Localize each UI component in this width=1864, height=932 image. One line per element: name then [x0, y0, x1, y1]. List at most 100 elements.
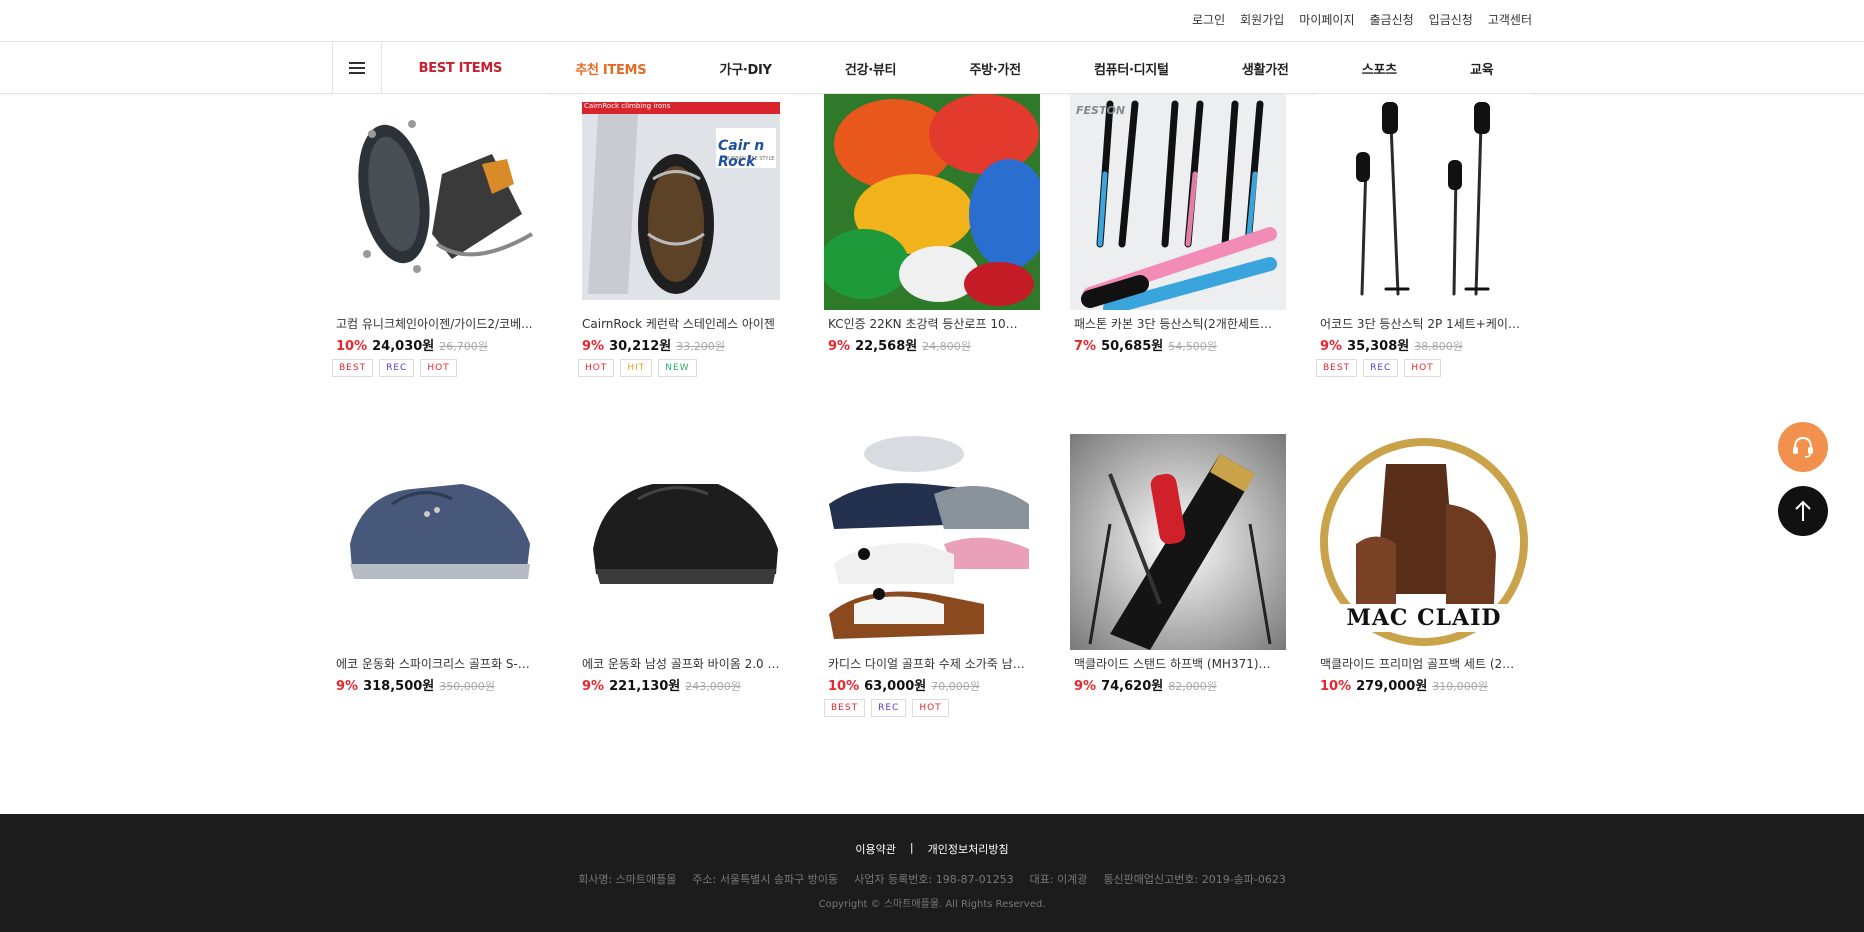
- badge-best: BEST: [824, 699, 866, 717]
- mypage-link[interactable]: 마이페이지: [1299, 12, 1354, 28]
- company-info: 회사명: 스마트애플몰 주소: 서울특별시 송파구 방이동 사업자 등록번호: …: [0, 871, 1864, 887]
- product-image-feston-poles[interactable]: FESTON: [1070, 94, 1286, 310]
- product-image-stand-halfbag[interactable]: [1070, 434, 1286, 650]
- product-image-macclaid-set[interactable]: MAC CLAID: [1316, 434, 1532, 650]
- sale-price: 279,000원: [1356, 679, 1428, 694]
- price-row: 9% 221,130원 243,000원: [578, 675, 794, 694]
- sale-price: 35,308원: [1347, 339, 1410, 354]
- product-image-accord-poles[interactable]: [1316, 94, 1532, 310]
- nav-recommended-items[interactable]: 추천 ITEMS: [575, 59, 646, 78]
- category-nav: BEST ITEMS 추천 ITEMS 가구·DIY 건강·뷰티 주방·가전 컴…: [0, 42, 1864, 94]
- product-name[interactable]: 고컴 유니크체인아이젠/가이드2/코베...: [332, 316, 536, 332]
- product-card[interactable]: 에코 운동화 남성 골프화 바이옴 2.0 로... 9% 221,130원 2…: [578, 434, 794, 694]
- discount-rate: 9%: [828, 339, 851, 354]
- product-card[interactable]: 고컴 유니크체인아이젠/가이드2/코베... 10% 24,030원 26,70…: [332, 94, 548, 377]
- product-card[interactable]: MAC CLAID 맥클라이드 프리미엄 골프백 세트 (202... 10% …: [1316, 434, 1532, 694]
- product-image-cairnrock[interactable]: CairnRock climbing irons Cair n Rock URB…: [578, 94, 794, 310]
- sale-price: 24,030원: [372, 339, 435, 354]
- product-image-climbing-rope[interactable]: [824, 94, 1040, 310]
- top-links: 로그인 회원가입 마이페이지 출금신청 입금신청 고객센터: [1192, 12, 1532, 28]
- product-card[interactable]: KC인증 22KN 초강력 등산로프 10mm ... 9% 22,568원 2…: [824, 94, 1040, 354]
- customer-center-link[interactable]: 고객센터: [1488, 12, 1532, 28]
- product-name[interactable]: 패스톤 카본 3단 등산스틱(2개한세트) ...: [1070, 316, 1274, 332]
- product-name[interactable]: 맥클라이드 프리미엄 골프백 세트 (202...: [1316, 656, 1520, 672]
- signup-link[interactable]: 회원가입: [1240, 12, 1284, 28]
- discount-rate: 9%: [582, 679, 605, 694]
- headset-icon: [1793, 436, 1813, 458]
- nav-sports[interactable]: 스포츠: [1362, 59, 1397, 78]
- login-link[interactable]: 로그인: [1192, 12, 1225, 28]
- product-image-ecco-biom[interactable]: [578, 434, 794, 650]
- footer: 이용약관 | 개인정보처리방침 회사명: 스마트애플몰 주소: 서울특별시 송파…: [0, 814, 1864, 932]
- discount-rate: 9%: [1320, 339, 1343, 354]
- nav-kitchen-appliances[interactable]: 주방·가전: [969, 59, 1021, 78]
- sale-price: 63,000원: [864, 679, 927, 694]
- thumb-tag: CairnRock climbing irons: [584, 102, 671, 110]
- product-name[interactable]: CairnRock 케런락 스테인레스 아이젠: [578, 316, 782, 332]
- original-price: 33,200원: [676, 340, 725, 353]
- product-card[interactable]: 어코드 3단 등산스틱 2P 1세트+케이스 ... 9% 35,308원 38…: [1316, 94, 1532, 377]
- price-row: 9% 22,568원 24,800원: [824, 335, 1040, 354]
- nav-furniture-diy[interactable]: 가구·DIY: [720, 59, 772, 78]
- arrow-up-icon: [1795, 500, 1811, 521]
- nav-items: BEST ITEMS 추천 ITEMS 가구·DIY 건강·뷰티 주방·가전 컴…: [382, 42, 1530, 94]
- badge-group: HOT HIT NEW: [578, 359, 794, 377]
- product-card[interactable]: 카디스 다이얼 골프화 수제 소가죽 남성... 10% 63,000원 70,…: [824, 434, 1040, 717]
- badge-hot: HOT: [1404, 359, 1441, 377]
- original-price: 82,000원: [1168, 680, 1217, 693]
- badge-rec: REC: [379, 359, 415, 377]
- badge-rec: REC: [871, 699, 907, 717]
- product-card[interactable]: 에코 운동화 스파이크리스 골프화 S-쓰... 9% 318,500원 350…: [332, 434, 548, 694]
- nav-best-items[interactable]: BEST ITEMS: [419, 61, 503, 76]
- ceo-name: 대표: 이계광: [1029, 873, 1088, 886]
- business-number: 사업자 등록번호: 198-87-01253: [854, 873, 1014, 886]
- product-image-cardis-golf-shoes[interactable]: [824, 434, 1040, 650]
- badge-group: BEST REC HOT: [332, 359, 548, 377]
- product-name[interactable]: 어코드 3단 등산스틱 2P 1세트+케이스 ...: [1316, 316, 1520, 332]
- customer-service-button[interactable]: [1778, 422, 1828, 472]
- product-card[interactable]: CairnRock climbing irons Cair n Rock URB…: [578, 94, 794, 377]
- footer-links: 이용약관 | 개인정보처리방침: [0, 841, 1864, 857]
- copyright: Copyright © 스마트애플몰. All Rights Reserved.: [818, 899, 1046, 910]
- original-price: 54,500원: [1168, 340, 1217, 353]
- discount-rate: 9%: [582, 339, 605, 354]
- price-row: 9% 74,620원 82,000원: [1070, 675, 1286, 694]
- badge-hot: HOT: [912, 699, 949, 717]
- sale-price: 22,568원: [855, 339, 918, 354]
- product-card[interactable]: FESTON 패스톤 카본 3단 등산스틱(2개한세트) ... 7% 50,6…: [1070, 94, 1286, 354]
- terms-link[interactable]: 이용약관: [855, 841, 895, 857]
- product-name[interactable]: 카디스 다이얼 골프화 수제 소가죽 남성...: [824, 656, 1028, 672]
- product-card[interactable]: 맥클라이드 스탠드 하프백 (MH371) 골... 9% 74,620원 82…: [1070, 434, 1286, 694]
- badge-rec: REC: [1363, 359, 1399, 377]
- menu-button[interactable]: [332, 42, 382, 94]
- nav-home-appliances[interactable]: 생활가전: [1242, 59, 1289, 78]
- badge-hit: HIT: [620, 359, 653, 377]
- product-name[interactable]: 에코 운동화 스파이크리스 골프화 S-쓰...: [332, 656, 536, 672]
- nav-education[interactable]: 교육: [1470, 59, 1494, 78]
- original-price: 24,800원: [922, 340, 971, 353]
- price-row: 9% 35,308원 38,800원: [1316, 335, 1532, 354]
- product-image-ecco-s-three[interactable]: [332, 434, 548, 650]
- nav-computer-digital[interactable]: 컴퓨터·디지털: [1094, 59, 1169, 78]
- withdraw-link[interactable]: 출금신청: [1369, 12, 1413, 28]
- product-name[interactable]: 맥클라이드 스탠드 하프백 (MH371) 골...: [1070, 656, 1274, 672]
- original-price: 243,000원: [685, 680, 741, 693]
- scroll-top-button[interactable]: [1778, 486, 1828, 536]
- privacy-link[interactable]: 개인정보처리방침: [928, 841, 1009, 857]
- price-row: 9% 318,500원 350,000원: [332, 675, 548, 694]
- product-image-crampon-shoe[interactable]: [332, 94, 548, 310]
- brand-logo-text: MAC CLAID: [1346, 605, 1502, 631]
- price-row: 7% 50,685원 54,500원: [1070, 335, 1286, 354]
- product-name[interactable]: KC인증 22KN 초강력 등산로프 10mm ...: [824, 316, 1028, 332]
- badge-hot: HOT: [420, 359, 457, 377]
- nav-health-beauty[interactable]: 건강·뷰티: [845, 59, 897, 78]
- original-price: 26,700원: [439, 340, 488, 353]
- sale-price: 50,685원: [1101, 339, 1164, 354]
- badge-best: BEST: [332, 359, 374, 377]
- company-name: 회사명: 스마트애플몰: [578, 873, 677, 886]
- discount-rate: 9%: [336, 679, 359, 694]
- product-name[interactable]: 에코 운동화 남성 골프화 바이옴 2.0 로...: [578, 656, 782, 672]
- badge-group: BEST REC HOT: [1316, 359, 1532, 377]
- badge-hot: HOT: [578, 359, 615, 377]
- deposit-link[interactable]: 입금신청: [1429, 12, 1473, 28]
